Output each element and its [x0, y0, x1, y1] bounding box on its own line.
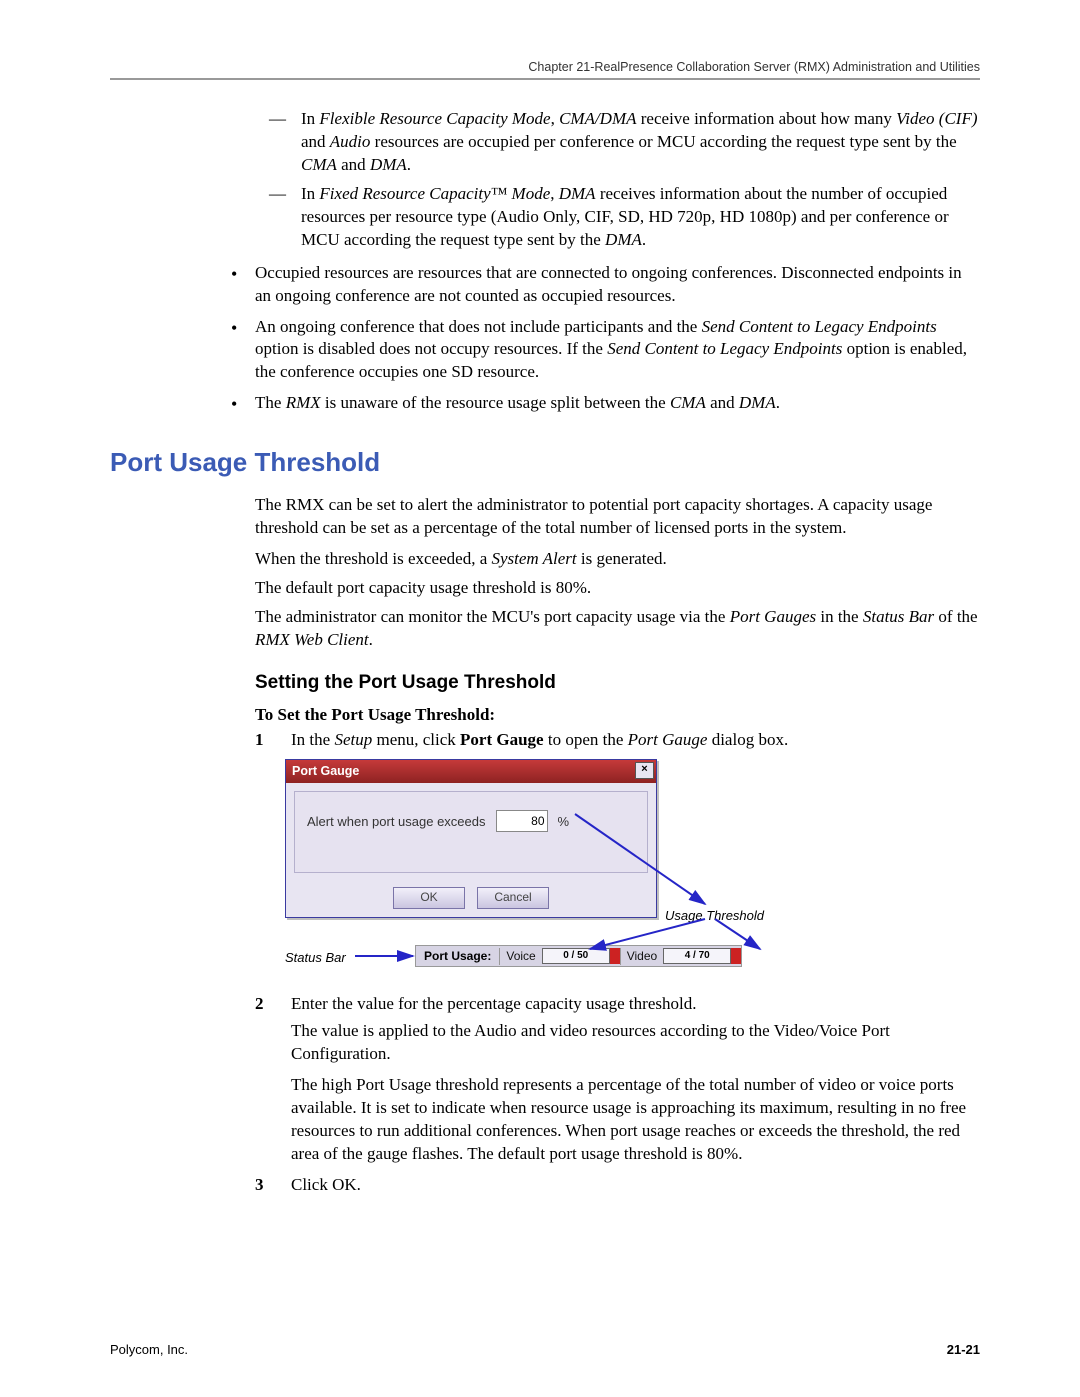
usage-threshold-callout: Usage Threshold	[665, 907, 764, 925]
para-3: The default port capacity usage threshol…	[255, 577, 980, 600]
port-gauge-dialog: Port Gauge × Alert when port usage excee…	[285, 759, 657, 918]
step-3: 3 Click OK.	[255, 1174, 980, 1197]
section-heading: Port Usage Threshold	[110, 445, 980, 480]
step-number: 3	[255, 1174, 273, 1197]
cancel-button[interactable]: Cancel	[477, 887, 549, 909]
voice-gauge-red	[610, 948, 620, 964]
step-number: 2	[255, 993, 273, 1168]
bullet-1: Occupied resources are resources that ar…	[225, 262, 980, 308]
ok-button[interactable]: OK	[393, 887, 465, 909]
voice-gauge: Voice 0 / 50	[499, 948, 619, 964]
alert-label: Alert when port usage exceeds	[307, 813, 486, 831]
video-gauge-red	[731, 948, 741, 964]
percent-label: %	[558, 813, 570, 831]
bullet-3: The RMX is unaware of the resource usage…	[225, 392, 980, 415]
para-1: The RMX can be set to alert the administ…	[255, 494, 980, 540]
procedure-title: To Set the Port Usage Threshold:	[255, 704, 980, 727]
para-4: The administrator can monitor the MCU's …	[255, 606, 980, 652]
port-gauge-figure: Port Gauge × Alert when port usage excee…	[285, 759, 895, 979]
footer-left: Polycom, Inc.	[110, 1342, 188, 1357]
video-gauge-bar: 4 / 70	[663, 948, 731, 964]
dash-list: In Flexible Resource Capacity Mode, CMA/…	[255, 108, 980, 252]
dialog-titlebar: Port Gauge ×	[286, 760, 656, 783]
dash-item-1: In Flexible Resource Capacity Mode, CMA/…	[255, 108, 980, 177]
status-bar-callout: Status Bar	[285, 949, 346, 967]
main-content: In Flexible Resource Capacity Mode, CMA/…	[255, 108, 980, 1197]
subsection-heading: Setting the Port Usage Threshold	[255, 670, 980, 696]
step-2: 2 Enter the value for the percentage cap…	[255, 993, 980, 1168]
dialog-title: Port Gauge	[292, 764, 359, 778]
video-gauge: Video 4 / 70	[620, 948, 741, 964]
threshold-input[interactable]	[496, 810, 548, 832]
dash-item-2: In Fixed Resource Capacity™ Mode, DMA re…	[255, 183, 980, 252]
step-1: 1 In the Setup menu, click Port Gauge to…	[255, 729, 980, 752]
footer-right: 21-21	[947, 1342, 980, 1357]
chapter-header: Chapter 21-RealPresence Collaboration Se…	[110, 60, 980, 74]
port-usage-label: Port Usage:	[416, 948, 499, 964]
status-bar: Port Usage: Voice 0 / 50 Video 4 / 70	[415, 945, 742, 967]
close-icon[interactable]: ×	[635, 762, 654, 779]
header-rule	[110, 78, 980, 80]
para-2: When the threshold is exceeded, a System…	[255, 548, 980, 571]
page-footer: Polycom, Inc. 21-21	[110, 1342, 980, 1357]
voice-gauge-bar: 0 / 50	[542, 948, 610, 964]
dialog-body: Alert when port usage exceeds %	[294, 791, 648, 873]
bullet-2: An ongoing conference that does not incl…	[225, 316, 980, 385]
bullet-list: Occupied resources are resources that ar…	[225, 262, 980, 416]
step-number: 1	[255, 729, 273, 752]
